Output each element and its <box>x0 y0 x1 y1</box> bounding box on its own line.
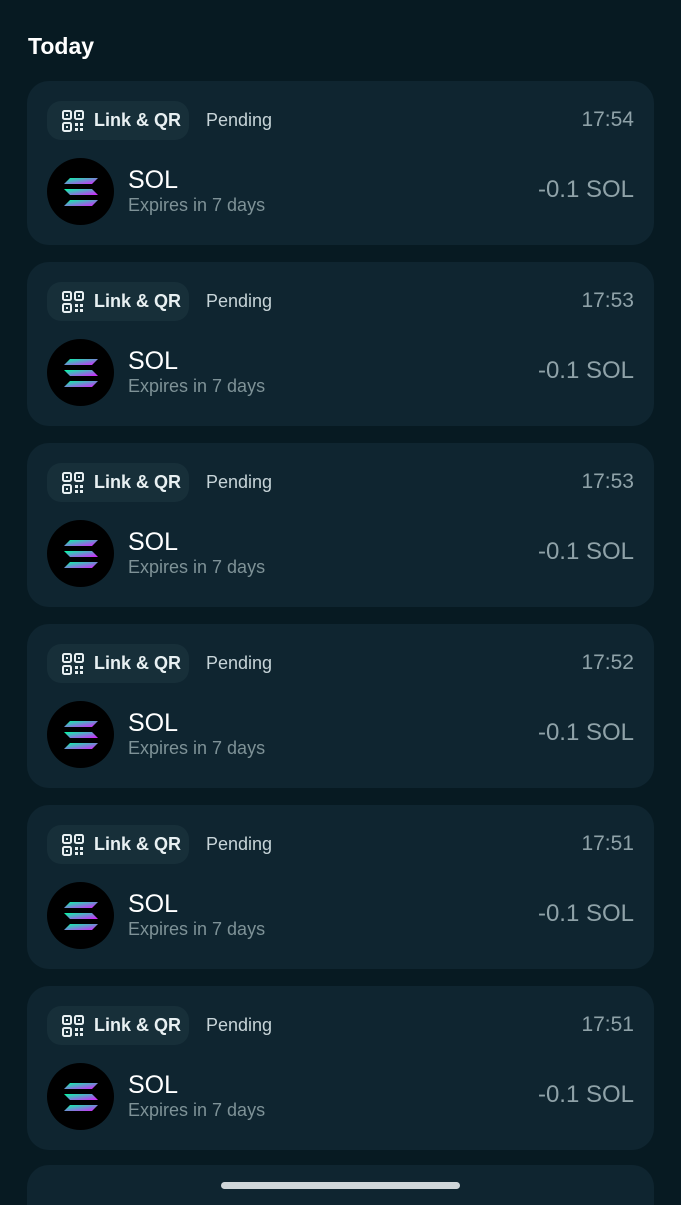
status-text: Pending <box>206 472 273 492</box>
qr-code-icon <box>62 109 84 132</box>
section-title-today: Today <box>28 33 95 59</box>
solana-logo-icon <box>47 701 114 768</box>
amount-text: -0.1 SOL <box>537 538 634 565</box>
amount-text: -0.1 SOL <box>537 1081 634 1108</box>
time-text: 17:52 <box>581 651 634 674</box>
token-symbol: SOL <box>128 1071 179 1099</box>
expiry-text: Expires in 7 days <box>128 376 266 396</box>
solana-logo-icon <box>47 520 114 587</box>
solana-logo-icon <box>47 882 114 949</box>
transaction-card[interactable]: Link & QR Pending 17:51 SOL Expires in 7… <box>27 805 654 969</box>
expiry-text: Expires in 7 days <box>128 738 266 758</box>
token-symbol: SOL <box>128 709 179 737</box>
solana-logo-icon <box>47 1063 114 1130</box>
method-label: Link & QR <box>94 472 182 492</box>
token-symbol: SOL <box>128 347 179 375</box>
transaction-card[interactable]: Link & QR Pending 17:54 SOL Expires in 7… <box>27 81 654 245</box>
token-symbol: SOL <box>128 166 179 194</box>
method-label: Link & QR <box>94 1015 182 1035</box>
transaction-card[interactable]: Link & QR Pending 17:53 SOL Expires in 7… <box>27 443 654 607</box>
status-text: Pending <box>206 834 273 854</box>
status-text: Pending <box>206 1015 273 1035</box>
method-label: Link & QR <box>94 834 182 854</box>
home-indicator[interactable] <box>221 1182 460 1189</box>
time-text: 17:53 <box>581 470 634 493</box>
method-label: Link & QR <box>94 291 182 311</box>
token-symbol: SOL <box>128 528 179 556</box>
qr-code-icon <box>62 1014 84 1037</box>
transaction-card[interactable]: Link & QR Pending 17:51 SOL Expires in 7… <box>27 986 654 1150</box>
solana-logo-icon <box>47 158 114 225</box>
method-chip: Link & QR <box>47 282 189 321</box>
expiry-text: Expires in 7 days <box>128 195 266 215</box>
qr-code-icon <box>62 833 84 856</box>
transaction-list: Link & QR Pending 17:54 SOL Expires in 7… <box>27 81 654 1167</box>
status-text: Pending <box>206 291 273 311</box>
status-text: Pending <box>206 653 273 673</box>
transaction-card[interactable]: Link & QR Pending 17:52 SOL Expires in 7… <box>27 624 654 788</box>
method-chip: Link & QR <box>47 825 189 864</box>
expiry-text: Expires in 7 days <box>128 1100 266 1120</box>
method-chip: Link & QR <box>47 644 189 683</box>
time-text: 17:54 <box>581 108 634 131</box>
amount-text: -0.1 SOL <box>537 176 634 203</box>
time-text: 17:53 <box>581 289 634 312</box>
time-text: 17:51 <box>581 1013 634 1036</box>
expiry-text: Expires in 7 days <box>128 557 266 577</box>
expiry-text: Expires in 7 days <box>128 919 266 939</box>
amount-text: -0.1 SOL <box>537 357 634 384</box>
amount-text: -0.1 SOL <box>537 900 634 927</box>
qr-code-icon <box>62 290 84 313</box>
method-chip: Link & QR <box>47 463 189 502</box>
amount-text: -0.1 SOL <box>537 719 634 746</box>
status-text: Pending <box>206 110 273 130</box>
qr-code-icon <box>62 652 84 675</box>
solana-logo-icon <box>47 339 114 406</box>
qr-code-icon <box>62 471 84 494</box>
method-chip: Link & QR <box>47 101 189 140</box>
transaction-card[interactable]: Link & QR Pending 17:53 SOL Expires in 7… <box>27 262 654 426</box>
method-label: Link & QR <box>94 110 182 130</box>
method-label: Link & QR <box>94 653 182 673</box>
token-symbol: SOL <box>128 890 179 918</box>
time-text: 17:51 <box>581 832 634 855</box>
method-chip: Link & QR <box>47 1006 189 1045</box>
